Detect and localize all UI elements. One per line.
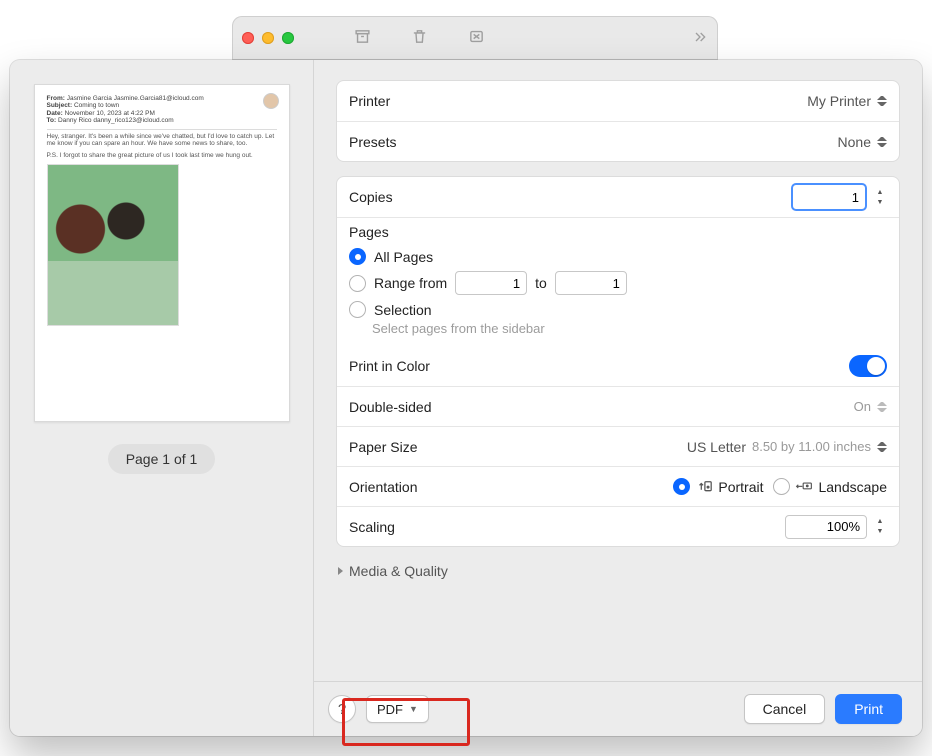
- chevron-down-icon: ▼: [409, 704, 418, 714]
- chevron-right-icon: [338, 567, 343, 575]
- pages-option-selection[interactable]: Selection: [349, 298, 887, 321]
- trash-icon[interactable]: [411, 28, 428, 48]
- copies-input[interactable]: [793, 187, 865, 208]
- orientation-label: Orientation: [349, 479, 417, 495]
- settings-pane: Printer My Printer Presets None: [314, 60, 922, 736]
- pdf-menu-button[interactable]: PDF ▼: [366, 695, 429, 723]
- pages-option-all[interactable]: All Pages: [349, 245, 887, 268]
- orientation-landscape[interactable]: Landscape: [773, 478, 887, 495]
- paper-size-value: US Letter: [687, 439, 746, 455]
- thumb-to: To: Danny Rico danny_rico123@icloud.com: [47, 117, 277, 124]
- archive-icon[interactable]: [354, 28, 371, 48]
- pages-label: Pages: [349, 224, 887, 240]
- thumb-photo: [47, 164, 179, 326]
- thumb-subject: Subject: Coming to town: [47, 102, 277, 109]
- presets-value: None: [838, 134, 871, 150]
- app-toolbar: [232, 16, 718, 60]
- disclosure-media-quality[interactable]: Media & Quality: [336, 561, 900, 579]
- preview-pane: From: Jasmine Garcia Jasmine.Garcia81@ic…: [10, 60, 314, 736]
- row-printer[interactable]: Printer My Printer: [337, 81, 899, 121]
- print-in-color-toggle[interactable]: [849, 355, 887, 377]
- row-scaling: Scaling ▲ ▼: [337, 506, 899, 546]
- media-quality-label: Media & Quality: [349, 563, 448, 579]
- pages-range-label: Range from: [374, 275, 447, 291]
- stepper-up-icon[interactable]: ▲: [873, 187, 887, 197]
- paper-size-dims: 8.50 by 11.00 inches: [752, 439, 871, 454]
- row-orientation: Orientation Portrait: [337, 466, 899, 506]
- print-dialog: From: Jasmine Garcia Jasmine.Garcia81@ic…: [10, 60, 922, 736]
- help-button[interactable]: ?: [328, 695, 356, 723]
- radio-range[interactable]: [349, 275, 366, 292]
- orientation-portrait[interactable]: Portrait: [673, 478, 763, 495]
- pdf-label: PDF: [377, 702, 403, 717]
- copies-label: Copies: [349, 189, 393, 205]
- updown-icon: [877, 400, 887, 414]
- updown-icon: [877, 135, 887, 149]
- radio-portrait[interactable]: [673, 478, 690, 495]
- toolbar-overflow-icon[interactable]: [692, 30, 708, 47]
- range-to-input[interactable]: [555, 271, 627, 295]
- row-copies: Copies ▲ ▼: [337, 177, 899, 217]
- row-double-sided[interactable]: Double-sided On: [337, 386, 899, 426]
- radio-all-pages[interactable]: [349, 248, 366, 265]
- pages-all-label: All Pages: [374, 249, 433, 265]
- traffic-minimize-icon[interactable]: [262, 32, 274, 44]
- copies-stepper[interactable]: [791, 183, 867, 211]
- row-print-in-color: Print in Color: [337, 346, 899, 386]
- presets-label: Presets: [349, 134, 396, 150]
- page-indicator: Page 1 of 1: [108, 444, 216, 474]
- updown-icon: [877, 440, 887, 454]
- double-sided-value: On: [854, 399, 871, 414]
- radio-landscape[interactable]: [773, 478, 790, 495]
- pages-selection-hint: Select pages from the sidebar: [372, 321, 887, 336]
- window-traffic-lights: [242, 32, 294, 44]
- stepper-down-icon[interactable]: ▼: [873, 197, 887, 207]
- paper-size-label: Paper Size: [349, 439, 417, 455]
- updown-icon: [877, 94, 887, 108]
- row-paper-size[interactable]: Paper Size US Letter 8.50 by 11.00 inche…: [337, 426, 899, 466]
- traffic-zoom-icon[interactable]: [282, 32, 294, 44]
- pages-selection-label: Selection: [374, 302, 432, 318]
- row-presets[interactable]: Presets None: [337, 121, 899, 161]
- orientation-portrait-label: Portrait: [718, 479, 763, 495]
- help-icon: ?: [338, 701, 346, 718]
- portrait-icon: [695, 479, 713, 495]
- orientation-landscape-label: Landscape: [818, 479, 887, 495]
- cancel-button[interactable]: Cancel: [744, 694, 826, 724]
- scaling-stepper-buttons[interactable]: ▲ ▼: [873, 517, 887, 537]
- copies-stepper-buttons[interactable]: ▲ ▼: [873, 187, 887, 207]
- junk-icon[interactable]: [468, 28, 485, 48]
- traffic-close-icon[interactable]: [242, 32, 254, 44]
- thumb-body1: Hey, stranger. It's been a while since w…: [47, 133, 277, 148]
- landscape-icon: [795, 479, 813, 495]
- scaling-input[interactable]: [785, 515, 867, 539]
- pages-range-to-label: to: [535, 275, 547, 291]
- print-button[interactable]: Print: [835, 694, 902, 724]
- pages-option-range[interactable]: Range from to: [349, 268, 887, 298]
- stepper-down-icon[interactable]: ▼: [873, 527, 887, 537]
- toolbar-icons: [354, 28, 485, 48]
- printer-label: Printer: [349, 93, 390, 109]
- radio-selection[interactable]: [349, 301, 366, 318]
- range-from-input[interactable]: [455, 271, 527, 295]
- dialog-footer: ? PDF ▼ Cancel Print: [314, 681, 922, 736]
- double-sided-label: Double-sided: [349, 399, 432, 415]
- stepper-up-icon[interactable]: ▲: [873, 517, 887, 527]
- page-thumbnail[interactable]: From: Jasmine Garcia Jasmine.Garcia81@ic…: [34, 84, 290, 422]
- scaling-label: Scaling: [349, 519, 395, 535]
- avatar-icon: [263, 93, 279, 109]
- row-pages: Pages All Pages Range from to: [337, 217, 899, 346]
- thumb-body2: P.S. I forgot to share the great picture…: [47, 152, 277, 159]
- printer-value: My Printer: [807, 93, 871, 109]
- thumb-from: From: Jasmine Garcia Jasmine.Garcia81@ic…: [47, 95, 277, 102]
- card-settings: Copies ▲ ▼ Pages: [336, 176, 900, 547]
- print-in-color-label: Print in Color: [349, 358, 430, 374]
- card-printer-presets: Printer My Printer Presets None: [336, 80, 900, 162]
- thumb-date: Date: November 10, 2023 at 4:22 PM: [47, 110, 277, 117]
